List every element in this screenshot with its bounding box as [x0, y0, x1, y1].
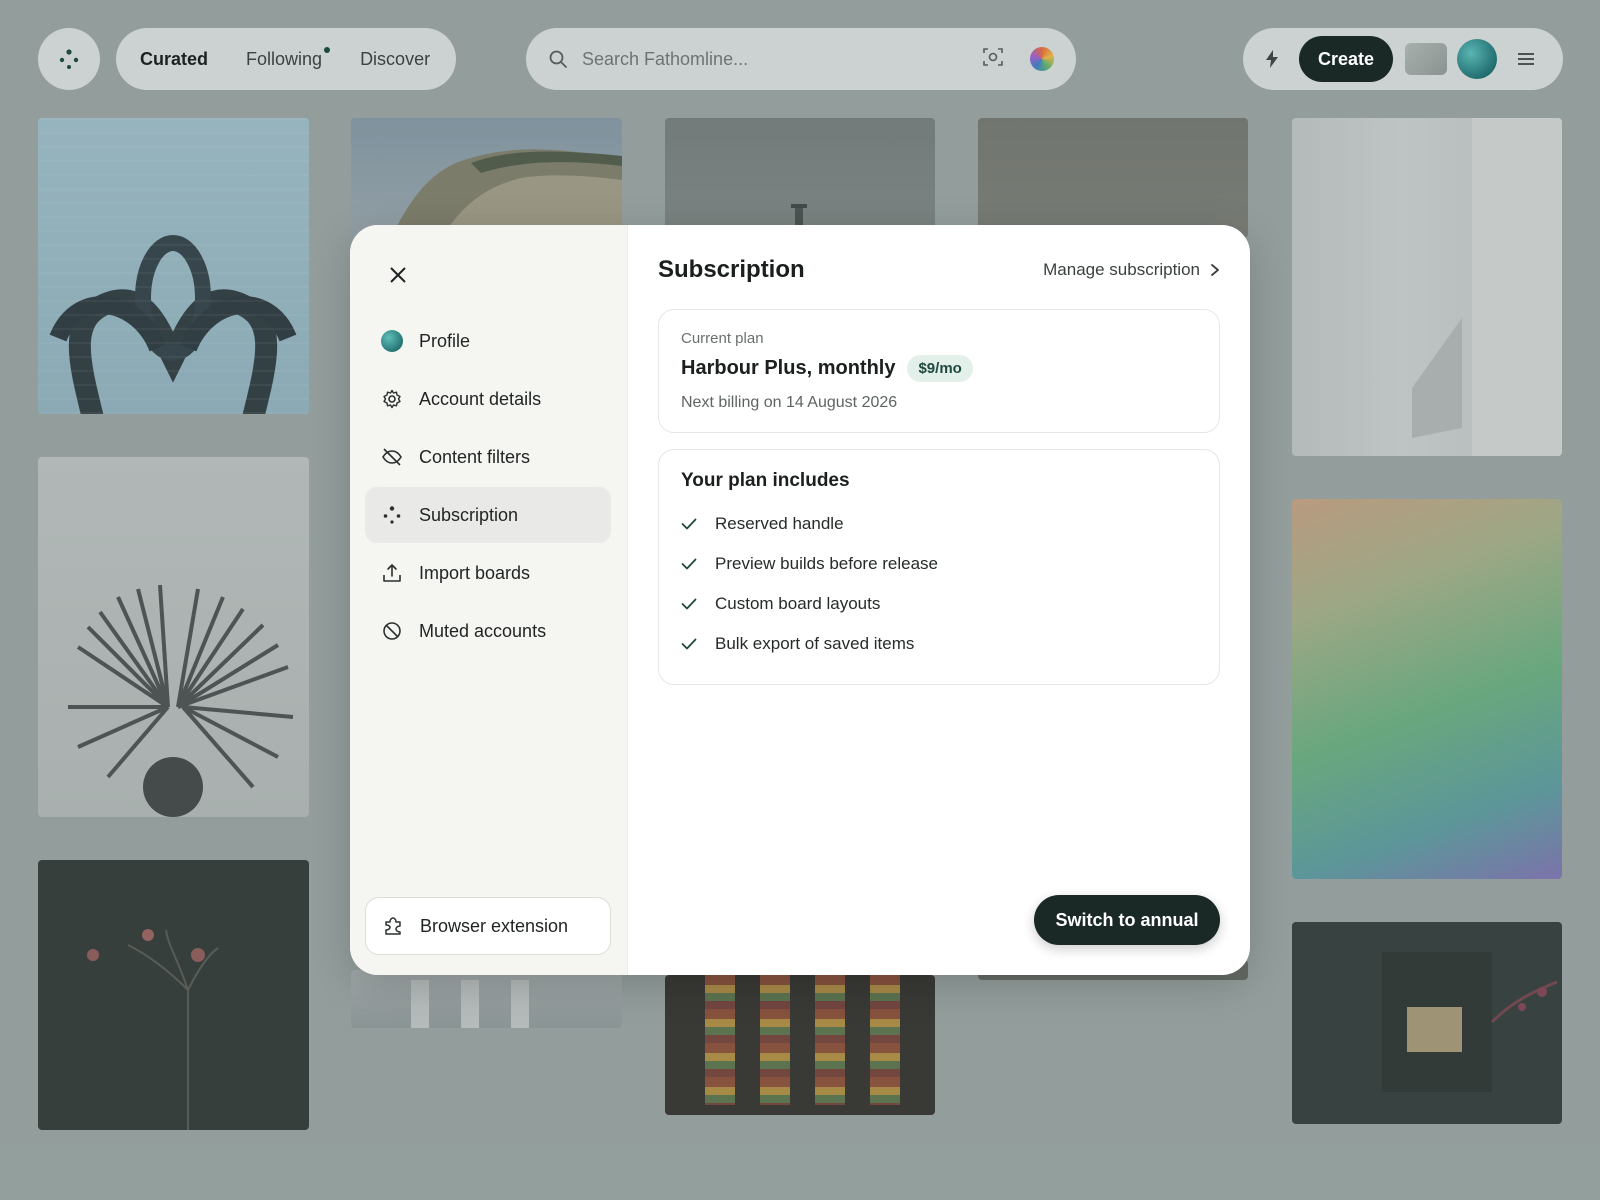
gallery-image-still-life[interactable] — [1292, 922, 1562, 1124]
gallery-image-gradient[interactable] — [1292, 499, 1562, 879]
browser-extension-button[interactable]: Browser extension — [365, 897, 611, 955]
check-icon — [681, 558, 697, 570]
feature-label: Reserved handle — [715, 514, 844, 533]
tab-following-label: Following — [246, 48, 323, 69]
sidebar-item-label: Muted accounts — [419, 620, 547, 641]
user-actions: Create — [1243, 28, 1563, 90]
block-icon — [383, 622, 401, 640]
next-billing-text: Next billing on 14 August 2026 — [681, 394, 898, 411]
plan-name: Harbour Plus, monthly — [681, 357, 896, 379]
object-illustration — [791, 204, 807, 238]
visual-search-button[interactable] — [982, 46, 1004, 73]
gallery-image-olive[interactable] — [978, 118, 1248, 238]
plan-includes-card: Your plan includes Reserved handle Previ… — [658, 449, 1220, 685]
building-illustration — [411, 980, 529, 1028]
sidebar-item-account-details[interactable]: Account details — [365, 371, 611, 427]
gallery-image-metal-sculpture[interactable] — [38, 457, 309, 817]
tab-curated[interactable]: Curated — [140, 49, 208, 70]
sidebar-item-content-filters[interactable]: Content filters — [365, 429, 611, 485]
sparkle-dots-icon — [383, 506, 401, 524]
list-item: Bulk export of saved items — [681, 624, 1197, 664]
sidebar-item-profile[interactable]: Profile — [365, 313, 611, 369]
chevron-right-icon — [1211, 264, 1219, 276]
search-input[interactable]: Search Fathomline... — [582, 49, 982, 70]
feature-label: Bulk export of saved items — [715, 634, 915, 653]
check-icon — [681, 518, 697, 530]
tab-following[interactable]: Following — [246, 46, 331, 70]
close-button[interactable] — [386, 263, 410, 287]
check-icon — [681, 638, 697, 650]
search-icon — [549, 50, 567, 68]
gear-icon — [383, 389, 401, 409]
list-item: Custom board layouts — [681, 584, 1197, 624]
gallery-image-grey-object[interactable] — [665, 118, 935, 238]
gallery-image-white-room[interactable] — [1292, 118, 1562, 456]
eye-off-icon — [382, 448, 402, 466]
subscription-panel: Subscription Manage subscription Current… — [628, 225, 1250, 975]
manage-subscription-link[interactable]: Manage subscription — [1043, 260, 1220, 280]
board-thumbnail[interactable] — [1405, 43, 1447, 75]
check-icon — [681, 598, 697, 610]
settings-modal: Profile Account details Content filters … — [350, 225, 1250, 975]
current-plan-card: Current plan Harbour Plus, monthly $9/mo… — [658, 309, 1220, 433]
settings-nav: Profile Account details Content filters … — [365, 313, 611, 661]
sidebar-item-label: Content filters — [419, 446, 531, 467]
sidebar-item-muted-accounts[interactable]: Muted accounts — [365, 603, 611, 659]
white-room-illustration — [1412, 118, 1562, 456]
switch-to-annual-button[interactable]: Switch to annual — [1034, 895, 1220, 945]
sidebar-item-subscription[interactable]: Subscription — [365, 487, 611, 543]
metal-sculpture-illustration — [68, 584, 294, 817]
sidebar-item-label: Profile — [419, 330, 471, 351]
flowers-illustration — [87, 929, 219, 1130]
logo-icon — [59, 49, 79, 69]
list-item: Reserved handle — [681, 504, 1197, 544]
settings-sidebar: Profile Account details Content filters … — [350, 225, 628, 975]
avatar — [381, 330, 403, 352]
manage-subscription-label: Manage subscription — [1043, 260, 1200, 279]
feature-label: Custom board layouts — [715, 594, 881, 613]
list-item: Preview builds before release — [681, 544, 1197, 584]
create-button[interactable]: Create — [1299, 36, 1393, 82]
browser-extension-label: Browser extension — [420, 915, 569, 936]
unread-dot — [324, 46, 331, 53]
lightning-icon[interactable] — [1263, 49, 1281, 69]
gallery-image-cliff[interactable] — [351, 118, 622, 238]
still-life-illustration — [1382, 952, 1558, 1092]
current-plan-label: Current plan — [681, 330, 764, 347]
sidebar-item-import-boards[interactable]: Import boards — [365, 545, 611, 601]
feed-tabs: Curated Following Discover — [116, 28, 456, 90]
feature-label: Preview builds before release — [715, 554, 939, 573]
tab-discover[interactable]: Discover — [360, 49, 430, 70]
cliff-illustration — [391, 149, 622, 238]
page-title: Subscription — [658, 256, 805, 283]
gallery-image-sculpture-blue[interactable] — [38, 118, 309, 414]
avatar[interactable] — [1457, 39, 1497, 79]
puzzle-icon — [385, 917, 401, 935]
sidebar-item-label: Import boards — [419, 562, 531, 583]
menu-icon[interactable] — [1517, 52, 1535, 66]
gallery-image-dark-flowers[interactable] — [38, 860, 309, 1130]
camera-scan-icon — [983, 47, 1003, 66]
price-badge: $9/mo — [907, 355, 973, 382]
plan-includes-title: Your plan includes — [681, 470, 850, 491]
color-search-icon[interactable] — [1030, 47, 1054, 71]
search-bar[interactable]: Search Fathomline... — [526, 28, 1076, 90]
gallery-image-building[interactable] — [351, 970, 622, 1028]
gallery-image-stained-glass[interactable] — [665, 975, 935, 1115]
sidebar-item-label: Subscription — [419, 504, 519, 525]
upload-icon — [383, 564, 401, 582]
sidebar-item-label: Account details — [419, 388, 542, 409]
sculpture-illustration — [49, 235, 297, 414]
logo-button[interactable] — [38, 28, 100, 90]
close-icon — [390, 267, 406, 283]
